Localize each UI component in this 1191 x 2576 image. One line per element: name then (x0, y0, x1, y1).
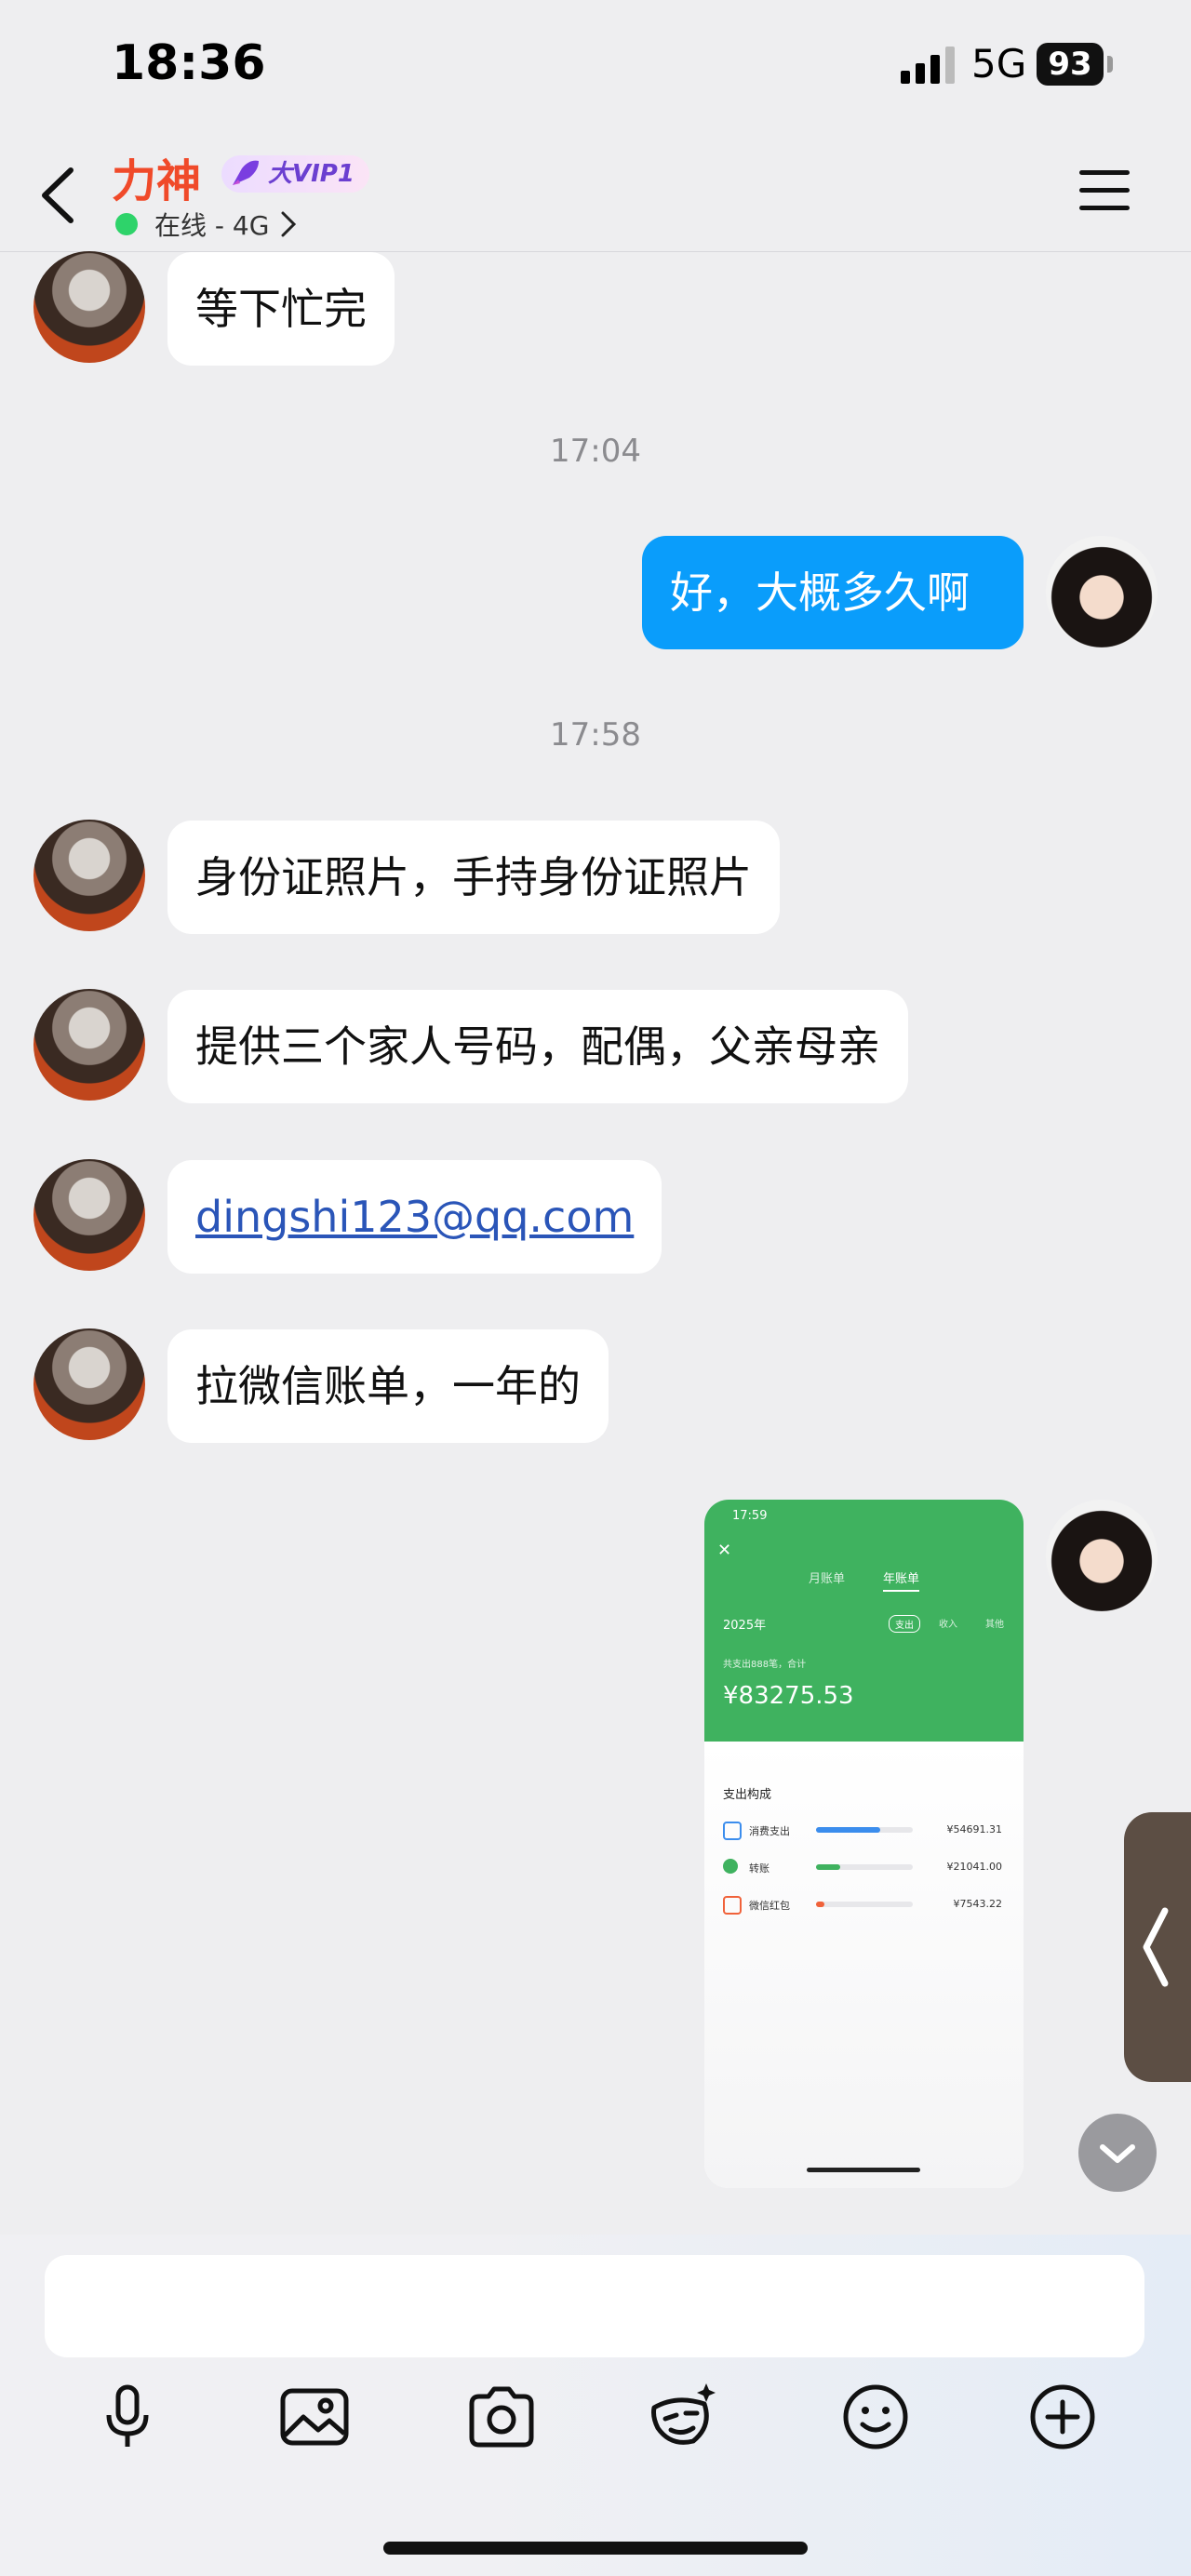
message-bubble[interactable]: 好，大概多久啊 (642, 536, 1024, 649)
menu-icon[interactable] (1077, 168, 1131, 213)
bill-row-value: ¥7543.22 (953, 1898, 1003, 1910)
filter-expense: 支出 (889, 1615, 920, 1633)
image-message[interactable]: 17:59 ✕ 月账单 年账单 2025年 支出 收入 其他 共支出888笔，合… (704, 1500, 1024, 2188)
message-bubble-link[interactable]: dingshi123@qq.com (167, 1160, 662, 1274)
bill-row-bar (816, 1864, 913, 1870)
online-status[interactable]: 在线 - 4G (115, 206, 297, 243)
message-input[interactable] (45, 2255, 1144, 2357)
scroll-to-bottom-button[interactable] (1078, 2114, 1157, 2192)
vip-rocket-icon (233, 160, 259, 185)
back-arrow-icon[interactable] (33, 163, 86, 228)
side-drawer-tab[interactable] (1124, 1812, 1191, 2082)
bill-row-bar-fill (816, 1864, 840, 1870)
network-type: 5G (971, 41, 1027, 87)
tab-year: 年账单 (883, 1568, 920, 1592)
message-bubble[interactable]: 等下忙完 (167, 252, 395, 366)
bill-row-label: 消费支出 (749, 1825, 790, 1837)
message-bubble[interactable]: 身份证照片，手持身份证照片 (167, 821, 780, 934)
bill-header: 17:59 ✕ 月账单 年账单 2025年 支出 收入 其他 共支出888笔，合… (704, 1500, 1024, 1742)
vip-label: 大VIP1 (268, 160, 355, 188)
contact-name[interactable]: 力神 (112, 144, 201, 209)
bill-row-value: ¥54691.31 (946, 1823, 1003, 1835)
close-icon: ✕ (717, 1541, 732, 1560)
online-dot (115, 213, 138, 235)
chat-header: 力神 大VIP1 在线 - 4G (0, 135, 1191, 252)
online-status-text: 在线 - 4G (154, 210, 270, 241)
my-avatar[interactable] (1046, 536, 1158, 647)
tab-month: 月账单 (809, 1572, 846, 1586)
battery-tip (1107, 56, 1113, 73)
bill-section-title: 支出构成 (723, 1788, 772, 1802)
email-link[interactable]: dingshi123@qq.com (195, 1192, 634, 1242)
filter-income: 收入 (939, 1620, 957, 1630)
bill-row-label: 微信红包 (749, 1900, 790, 1912)
peer-avatar[interactable] (33, 820, 145, 931)
chevron-down-icon (1100, 2144, 1135, 2163)
bill-time: 17:59 (732, 1509, 768, 1523)
image-icon[interactable] (277, 2380, 352, 2454)
bill-row-bar-fill (816, 1902, 825, 1907)
bill-total: ¥83275.53 (723, 1682, 854, 1710)
time-divider: 17:04 (550, 433, 641, 470)
red-packet-icon (723, 1896, 742, 1915)
chevron-right-icon (281, 211, 297, 237)
message-bubble[interactable]: 提供三个家人号码，配偶，父亲母亲 (167, 990, 908, 1103)
screenshot-home-bar (807, 2168, 920, 2172)
signal-icon (901, 47, 955, 84)
bill-row-bar (816, 1902, 913, 1907)
battery-icon: 93 (1037, 43, 1104, 86)
transfer-icon (723, 1859, 738, 1874)
year-select: 2025年 (723, 1619, 767, 1633)
bill-row: 微信红包 ¥7543.22 (723, 1894, 1011, 1918)
peer-avatar[interactable] (33, 989, 145, 1101)
status-time: 18:36 (112, 35, 266, 91)
camera-icon[interactable] (464, 2380, 539, 2454)
bill-row-bar (816, 1827, 913, 1833)
bill-body: 支出构成 消费支出 ¥54691.31 转账 ¥21041.00 微信红包 ¥7… (704, 1742, 1024, 2188)
input-area (0, 2235, 1191, 2576)
emoji-icon[interactable] (838, 2380, 913, 2454)
vip-badge[interactable]: 大VIP1 (221, 155, 369, 193)
my-avatar[interactable] (1046, 1500, 1158, 1611)
bill-summary: 共支出888笔，合计 (723, 1660, 807, 1670)
peer-avatar[interactable] (33, 1159, 145, 1271)
chevron-left-icon (1143, 1907, 1169, 1987)
peer-avatar[interactable] (33, 1328, 145, 1440)
status-bar: 18:36 5G 93 (0, 0, 1191, 135)
peer-avatar[interactable] (33, 251, 145, 363)
message-bubble[interactable]: 拉微信账单，一年的 (167, 1329, 609, 1443)
bill-row-value: ¥21041.00 (946, 1861, 1003, 1873)
bill-row: 消费支出 ¥54691.31 (723, 1820, 1011, 1844)
filter-other: 其他 (985, 1620, 1004, 1630)
bill-row-label: 转账 (749, 1862, 769, 1875)
plus-icon[interactable] (1025, 2380, 1100, 2454)
ai-mask-icon[interactable] (649, 2380, 723, 2454)
home-indicator (383, 2542, 808, 2555)
microphone-icon[interactable] (90, 2380, 165, 2454)
bill-row: 转账 ¥21041.00 (723, 1857, 1011, 1881)
consumption-icon (723, 1822, 742, 1840)
time-divider: 17:58 (550, 716, 641, 754)
bill-row-bar-fill (816, 1827, 880, 1833)
